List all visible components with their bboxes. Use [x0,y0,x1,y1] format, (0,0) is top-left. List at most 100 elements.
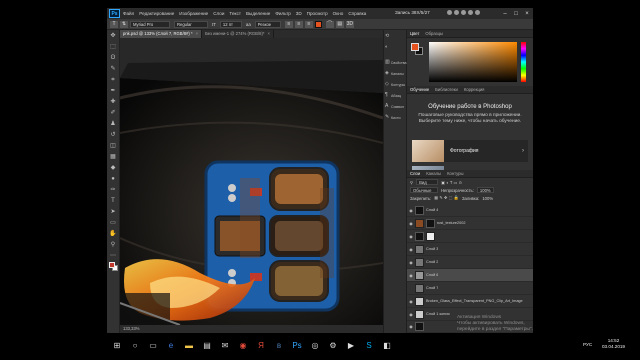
layer-row[interactable]: ◉ Broken_Glass_Effect_Transparent_PNG_Cli… [407,295,533,308]
tab-paths[interactable]: Контуры [447,171,463,176]
system-clock[interactable]: 14:52 03.04.2019 [602,338,625,350]
dock-character[interactable]: A Символ [384,102,406,111]
close-tab-icon[interactable]: × [196,31,198,36]
dock-adjust[interactable]: ◐ [384,43,406,52]
panels-icon[interactable]: ▤ [335,20,344,28]
align-left-icon[interactable]: ≡ [284,20,293,28]
marquee-tool-icon[interactable]: ⬚ [109,43,118,52]
tab-color[interactable]: Цвет [410,31,419,36]
tab-pnk[interactable]: pnk.psd @ 133% (Слой 7, RGB/8#) * × [120,30,203,38]
menu-layers[interactable]: Слои [213,11,224,16]
document-canvas[interactable] [120,38,383,325]
edge-icon[interactable]: e [164,338,178,352]
lock-icons[interactable]: ▦ ✎ ✥ ⬚ 🔒 [434,195,459,201]
app-icon[interactable]: ◧ [380,338,394,352]
mail-icon[interactable]: ✉ [218,338,232,352]
brush-tool-icon[interactable]: ✐ [109,109,118,118]
text-color-swatch[interactable] [314,20,322,28]
layer-row[interactable]: ◉ Слой 4 [407,204,533,217]
font-family-select[interactable]: Myriad Pro [130,20,170,28]
layer-row[interactable]: ◉ [407,230,533,243]
dock-history[interactable]: ⟲ [384,32,406,41]
type-tool-icon[interactable]: T [110,20,118,28]
pen-icon[interactable] [468,10,473,15]
foreground-color-swatch[interactable] [109,262,115,268]
dodge-tool-icon[interactable]: ● [109,175,118,184]
align-right-icon[interactable]: ≡ [304,20,313,28]
layer-row[interactable]: ◉ Слой 3 [407,243,533,256]
menu-view[interactable]: Просмотр [307,11,328,16]
eye-icon[interactable]: ◉ [407,324,415,329]
eyedropper-icon[interactable]: ✒ [109,87,118,96]
foreground-color-swatch[interactable] [411,43,419,51]
blend-mode-select[interactable]: Обычные [410,187,438,193]
learn-card-photography[interactable]: Фотография › [412,140,528,162]
font-style-select[interactable]: Regular [174,20,208,28]
dock-paragraph[interactable]: ¶ Абзац [384,91,406,100]
store-icon[interactable]: ▤ [200,338,214,352]
pause-icon[interactable] [447,10,452,15]
eye-icon[interactable]: ◉ [407,234,415,239]
eye-icon[interactable]: ◉ [407,208,415,213]
color-picker-field[interactable] [429,42,517,82]
obs-icon[interactable]: ◎ [308,338,322,352]
layer-row[interactable]: Слой 7 [407,282,533,295]
photoshop-icon[interactable]: Ps [290,338,304,352]
dock-brushes[interactable]: ✎ Кисти [384,113,406,122]
dock-properties[interactable]: ▥ Свойства [384,58,407,67]
eye-icon[interactable]: ◉ [407,247,415,252]
dock-channels[interactable]: ◈ Каналы [384,69,406,78]
close-icon[interactable] [475,10,480,15]
tab-learn[interactable]: Обучение [410,87,429,92]
eye-icon[interactable]: ◉ [407,299,415,304]
layer-row[interactable]: ◉ Слой 2 [407,256,533,269]
tab-layers[interactable]: Слои [410,171,420,176]
filter-kind-select[interactable]: Вид [416,179,439,185]
windows-icon[interactable]: ⊞ [110,338,124,352]
menu-image[interactable]: Изображение [179,11,208,16]
opacity-field[interactable]: 100% [476,187,494,193]
quick-select-icon[interactable]: ✎ [109,65,118,74]
antialias-select[interactable]: Резкое [254,20,281,28]
tab-channels[interactable]: Каналы [426,171,441,176]
blur-tool-icon[interactable]: ◆ [109,164,118,173]
path-select-icon[interactable]: ➤ [109,208,118,217]
hue-slider[interactable] [521,42,526,82]
player-icon[interactable]: ▶ [344,338,358,352]
crop-tool-icon[interactable]: ⌗ [109,76,118,85]
stop-icon[interactable] [454,10,459,15]
menu-window[interactable]: Окно [333,11,344,16]
explorer-icon[interactable]: ▬ [182,338,196,352]
menu-type[interactable]: Текст [229,11,241,16]
history-brush-icon[interactable]: ↺ [109,131,118,140]
tab-libraries[interactable]: Библиотеки [435,87,458,92]
pen-tool-icon[interactable]: ✑ [109,186,118,195]
3d-icon[interactable]: 3D [345,20,354,28]
menu-3d[interactable]: 3D [296,11,302,16]
menu-select[interactable]: Выделение [246,11,270,16]
eye-icon[interactable]: ◉ [407,273,415,278]
healing-brush-icon[interactable]: ✚ [109,98,118,107]
fill-field[interactable]: 100% [482,196,493,201]
gradient-tool-icon[interactable]: ▦ [109,153,118,162]
move-tool-icon[interactable]: ✥ [109,32,118,41]
menu-filter[interactable]: Фильтр [275,11,290,16]
tab-adjustments[interactable]: Коррекция [464,87,485,92]
language-indicator[interactable]: РУС [583,342,592,347]
eye-icon[interactable]: ◉ [407,260,415,265]
close-tab-icon[interactable]: × [268,31,270,36]
align-center-icon[interactable]: ≡ [294,20,303,28]
skype-icon[interactable]: S [362,338,376,352]
font-size-select[interactable]: 12 пт [219,20,242,28]
yandex-icon[interactable]: Я [254,338,268,352]
layer-row-selected[interactable]: ◉ Слой 6 [407,269,533,282]
search-icon[interactable]: ⚲ [410,180,413,185]
tab-untitled[interactable]: Без имени-1 @ 274% (RGB/8)* × [202,30,274,38]
camera-icon[interactable] [461,10,466,15]
close-window-icon[interactable]: × [521,8,533,19]
lasso-tool-icon[interactable]: ʘ [109,54,118,63]
tab-swatches[interactable]: Образцы [425,31,443,36]
eye-icon[interactable]: ◉ [407,312,415,317]
more-tools-icon[interactable]: ⋯ [109,252,118,261]
eraser-tool-icon[interactable]: ◫ [109,142,118,151]
